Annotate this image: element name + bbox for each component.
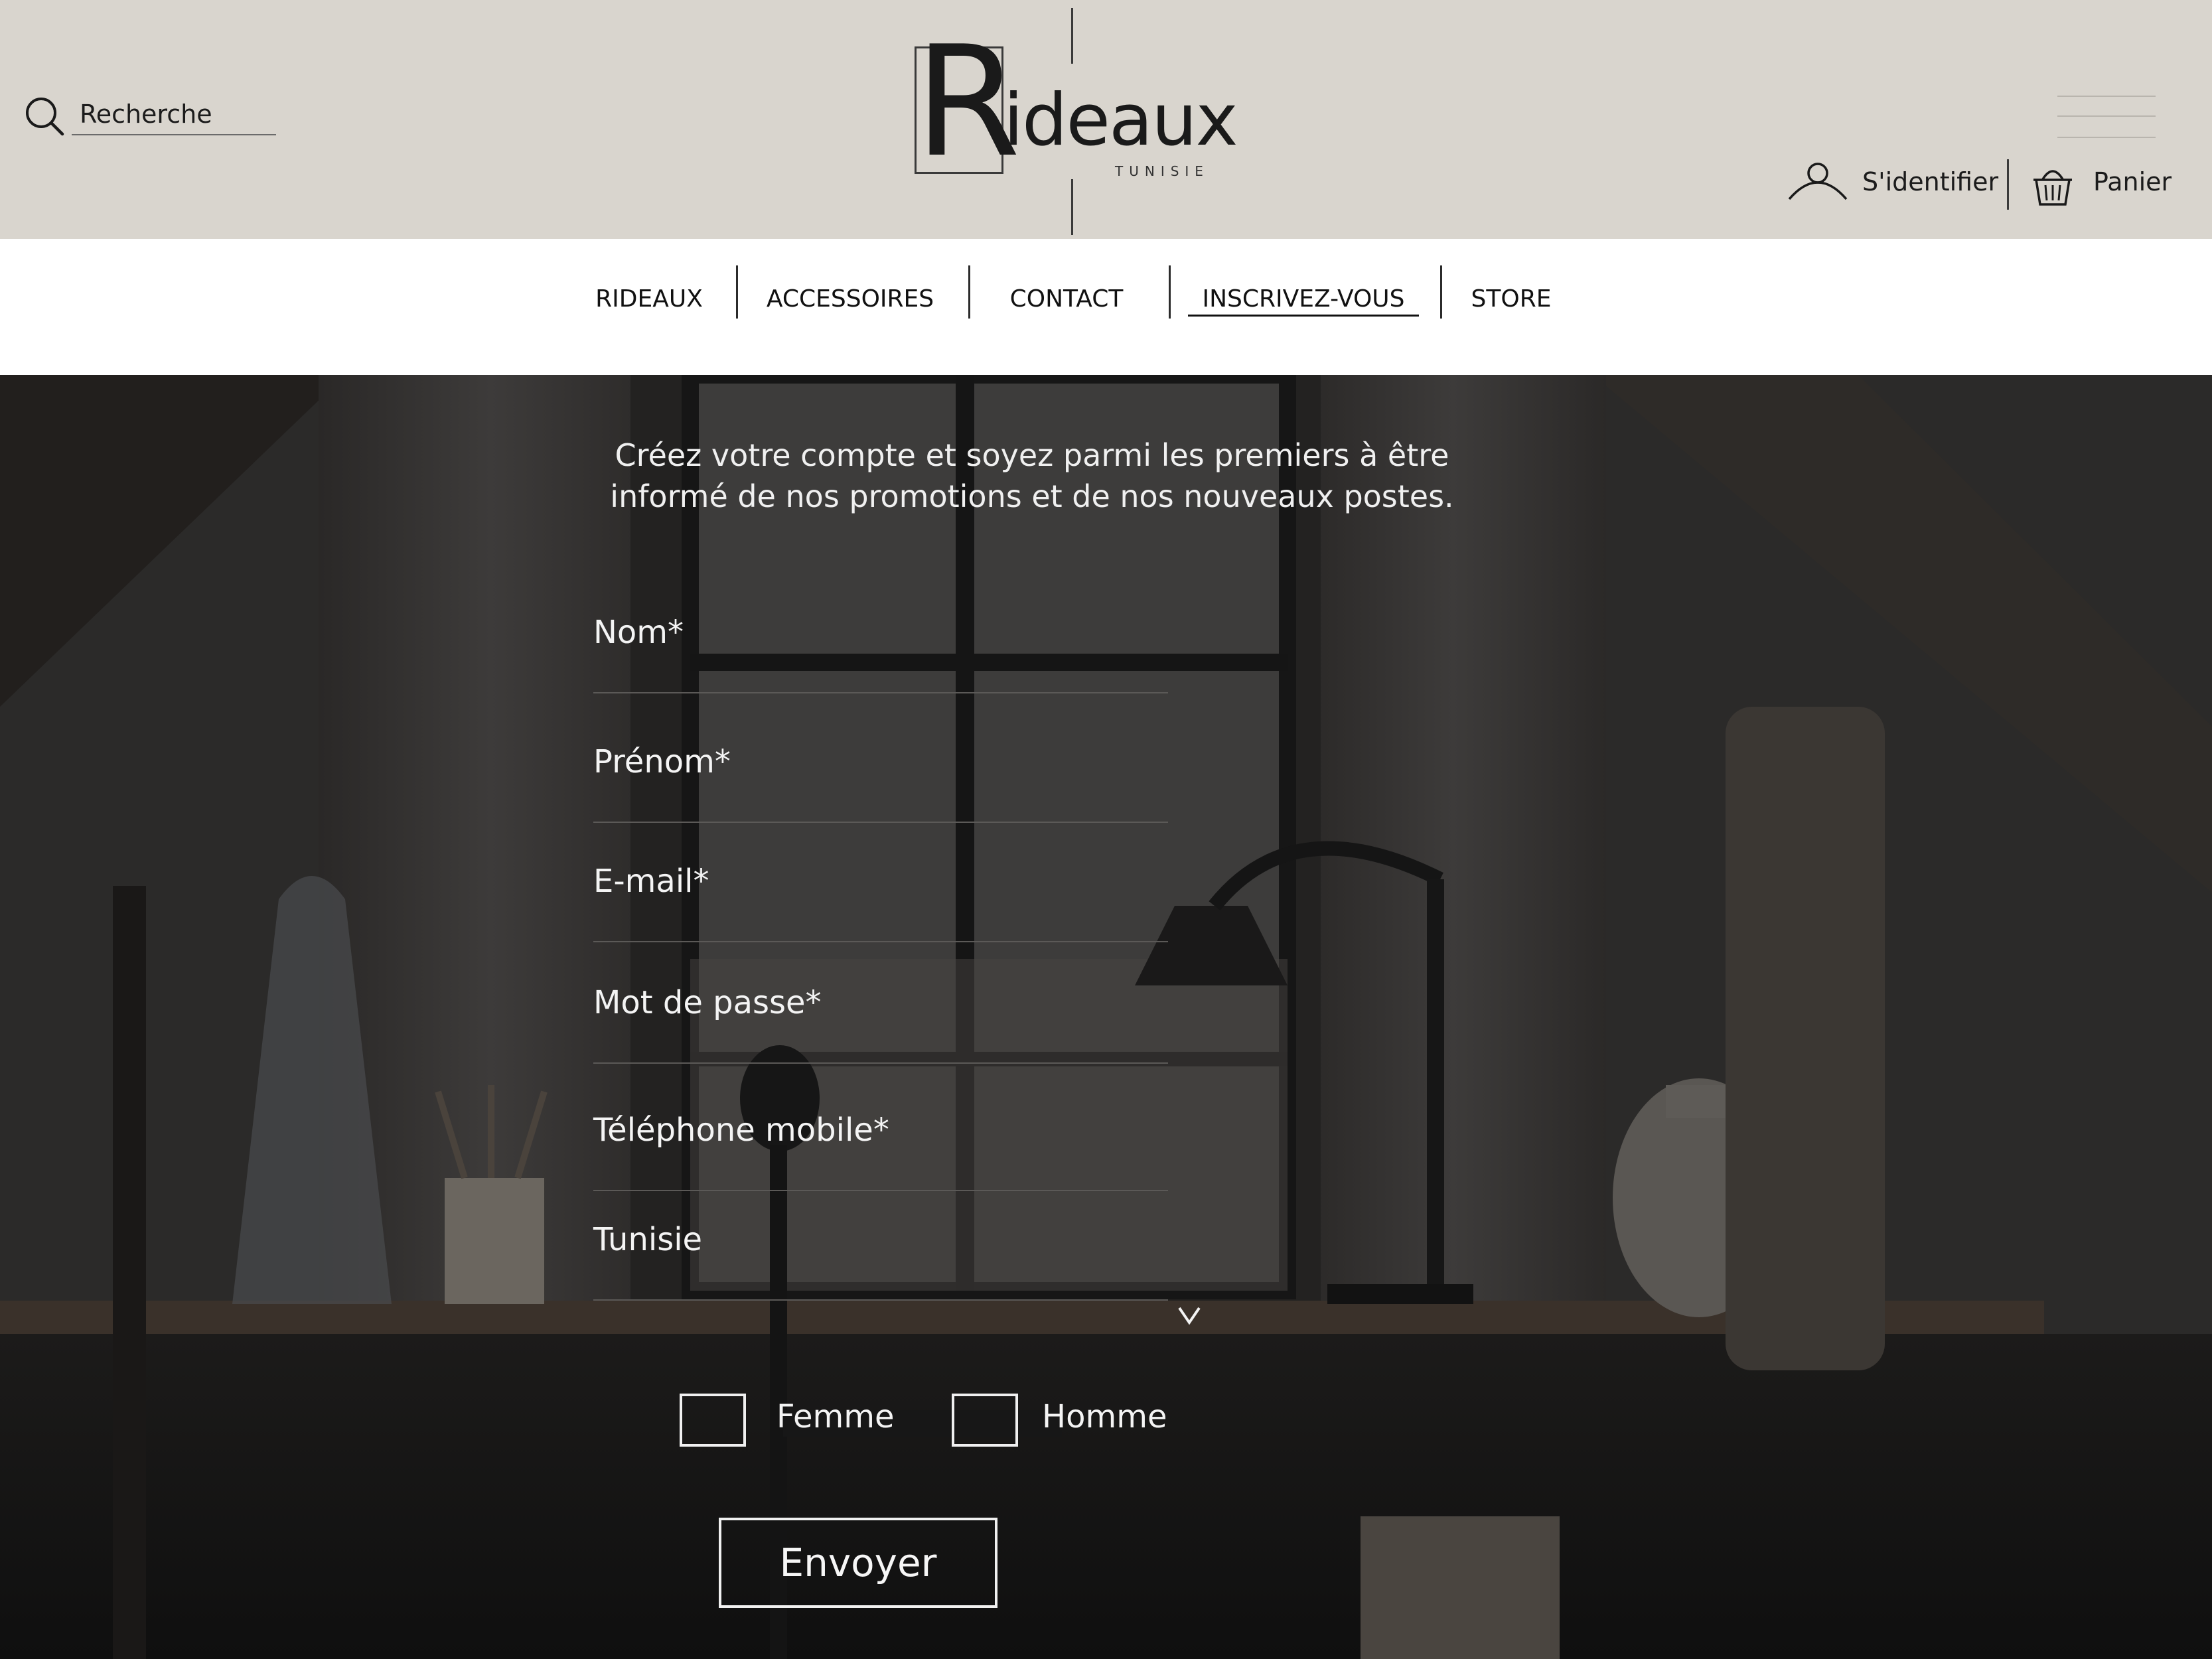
- basket-icon: [2033, 170, 2072, 206]
- field-underline: [593, 822, 1168, 823]
- email-placeholder: E-mail*: [593, 863, 709, 900]
- femme-checkbox[interactable]: [680, 1394, 746, 1447]
- search-box[interactable]: Recherche: [24, 96, 276, 137]
- email-field[interactable]: E-mail*: [593, 863, 1168, 942]
- nav-item-accessoires[interactable]: ACCESSOIRES: [763, 272, 937, 325]
- submit-button[interactable]: Envoyer: [719, 1518, 997, 1608]
- active-nav-underline: [1188, 315, 1419, 317]
- femme-label: Femme: [776, 1398, 895, 1435]
- search-underline: [72, 134, 276, 135]
- nav-divider: [1169, 265, 1171, 319]
- homme-checkbox[interactable]: [952, 1394, 1018, 1447]
- logo-divider-bottom: [1071, 179, 1073, 235]
- logo-wordmark: ideaux: [1003, 79, 1238, 162]
- field-underline: [593, 692, 1168, 693]
- nav-item-store[interactable]: STORE: [1457, 272, 1566, 325]
- nav-divider: [736, 265, 738, 319]
- nom-field[interactable]: Nom*: [593, 614, 1168, 693]
- password-field[interactable]: Mot de passe*: [593, 984, 1168, 1064]
- cart-label: Panier: [2093, 167, 2172, 196]
- field-underline: [593, 1299, 1168, 1301]
- logo-subtitle: TUNISIE: [1115, 163, 1209, 179]
- hamburger-menu-icon[interactable]: [2057, 96, 2156, 138]
- prenom-field[interactable]: Prénom*: [593, 743, 1168, 823]
- field-underline: [593, 1062, 1168, 1064]
- intro-text: Créez votre compte et soyez parmi les pr…: [584, 435, 1480, 517]
- country-value: Tunisie: [593, 1221, 703, 1258]
- password-placeholder: Mot de passe*: [593, 984, 822, 1021]
- main-nav: RIDEAUX ACCESSOIRES CONTACT INSCRIVEZ-VO…: [0, 239, 2212, 375]
- nav-divider: [968, 265, 970, 319]
- nav-item-contact[interactable]: CONTACT: [995, 272, 1138, 325]
- intro-line-1: Créez votre compte et soyez parmi les pr…: [615, 437, 1449, 473]
- field-underline: [593, 941, 1168, 942]
- top-header: Recherche R ideaux TUNISIE S'identifier …: [0, 0, 2212, 239]
- search-icon[interactable]: [24, 96, 65, 137]
- intro-line-2: informé de nos promotions et de nos nouv…: [610, 478, 1454, 514]
- signin-label: S'identifier: [1862, 167, 1999, 196]
- signup-hero: Créez votre compte et soyez parmi les pr…: [0, 375, 2212, 1659]
- nav-item-rideaux[interactable]: RIDEAUX: [584, 272, 714, 325]
- field-underline: [593, 1190, 1168, 1191]
- search-input[interactable]: Recherche: [80, 100, 212, 129]
- nom-placeholder: Nom*: [593, 614, 684, 651]
- phone-field[interactable]: Téléphone mobile*: [593, 1112, 1168, 1191]
- nav-divider: [1440, 265, 1442, 319]
- logo-divider-top: [1071, 8, 1073, 64]
- logo-initial: R: [915, 14, 1021, 191]
- prenom-placeholder: Prénom*: [593, 743, 731, 780]
- homme-label: Homme: [1042, 1398, 1167, 1435]
- country-select[interactable]: Tunisie: [593, 1221, 1168, 1301]
- user-icon: [1788, 163, 1848, 200]
- header-divider: [2007, 159, 2009, 210]
- chevron-down-icon[interactable]: [1176, 1304, 1203, 1327]
- phone-placeholder: Téléphone mobile*: [593, 1112, 889, 1149]
- nav-item-inscrivez-vous[interactable]: INSCRIVEZ-VOUS: [1188, 272, 1419, 325]
